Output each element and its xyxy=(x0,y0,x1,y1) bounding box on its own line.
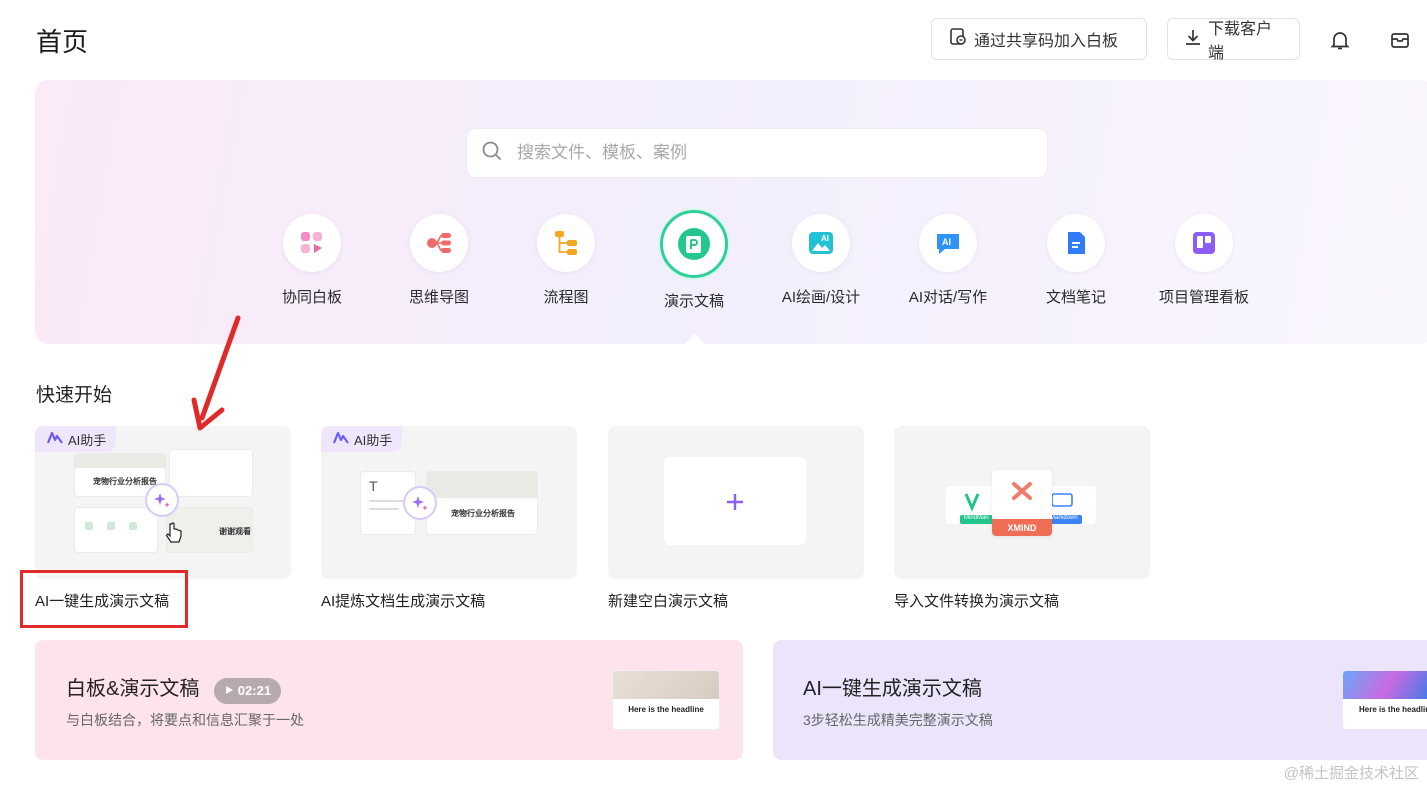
category-label: 协同白板 xyxy=(281,289,342,306)
ai-logo-icon xyxy=(332,431,349,447)
ai-painting-icon: AI xyxy=(792,214,850,272)
join-whiteboard-label: 通过共享码加入白板 xyxy=(974,33,1119,50)
category-ai-chat[interactable]: AI AI对话/写作 xyxy=(888,214,1008,307)
category-presentation[interactable]: 演示文稿 xyxy=(634,210,754,311)
thumb-slide: 宠物行业分析报告 xyxy=(427,472,537,534)
ai-assistant-badge: AI助手 xyxy=(35,426,117,452)
ai-sparkle-icon xyxy=(147,485,177,515)
new-blank-card-label[interactable]: 新建空白演示文稿 xyxy=(608,590,728,611)
whiteboard-presentation-banner[interactable]: 白板&演示文稿 02:21 与白板结合，将要点和信息汇聚于一处 Here is … xyxy=(35,640,743,760)
play-icon xyxy=(224,683,234,698)
import-file-card[interactable]: MindMan Markdown XMIND xyxy=(894,426,1150,579)
inbox-icon[interactable] xyxy=(1385,25,1415,55)
bell-icon[interactable] xyxy=(1325,25,1355,55)
format-tag: XMIND xyxy=(992,519,1052,536)
thumb-headline: Here is the headline xyxy=(628,705,704,714)
thumb-text: 谢谢观看 xyxy=(219,527,251,536)
ai-extract-card[interactable]: AI助手 T 宠物行业分析报告 xyxy=(321,426,577,579)
ai-extract-card-label[interactable]: AI提炼文档生成演示文稿 xyxy=(321,590,485,611)
quick-start-title: 快速开始 xyxy=(36,385,113,406)
svg-text:AI: AI xyxy=(942,237,951,247)
import-file-card-label[interactable]: 导入文件转换为演示文稿 xyxy=(894,590,1059,611)
category-whiteboard[interactable]: 协同白板 xyxy=(252,214,372,307)
page-title: 首页 xyxy=(36,27,89,57)
new-blank-card[interactable] xyxy=(608,426,864,579)
flowchart-icon xyxy=(537,214,595,272)
search-icon xyxy=(481,140,503,167)
category-label: 思维导图 xyxy=(408,289,469,306)
plus-icon xyxy=(724,491,746,518)
thumb-title: 宠物行业分析报告 xyxy=(451,509,515,518)
thumb-slide xyxy=(170,450,252,496)
ai-chat-icon: AI xyxy=(919,214,977,272)
kanban-icon xyxy=(1175,214,1233,272)
duration-label: 02:21 xyxy=(237,683,272,699)
ai-sparkle-icon xyxy=(405,488,435,518)
category-kanban[interactable]: 项目管理看板 xyxy=(1144,214,1264,307)
highlight-box xyxy=(20,570,188,628)
thumb-slide xyxy=(75,508,157,552)
search-bar[interactable] xyxy=(466,128,1048,178)
ai-generate-banner[interactable]: AI一键生成演示文稿 3步轻松生成精美完整演示文稿 Here is the he… xyxy=(773,640,1427,760)
banner-subtitle: 3步轻松生成精美完整演示文稿 xyxy=(803,712,993,728)
document-icon xyxy=(1047,214,1105,272)
category-label: 演示文稿 xyxy=(663,293,724,310)
category-mindmap[interactable]: 思维导图 xyxy=(379,214,499,307)
category-label: AI对话/写作 xyxy=(908,289,988,306)
ai-assistant-badge: AI助手 xyxy=(321,426,403,452)
watermark: @稀土掘金技术社区 xyxy=(1283,765,1419,782)
video-duration-badge[interactable]: 02:21 xyxy=(213,677,282,704)
category-document[interactable]: 文档笔记 xyxy=(1016,214,1136,307)
banner-subtitle: 与白板结合，将要点和信息汇聚于一处 xyxy=(66,712,304,728)
category-label: 流程图 xyxy=(543,289,589,306)
download-client-label: 下载客户端 xyxy=(1208,21,1273,62)
ai-logo-icon xyxy=(46,431,63,447)
ai-badge-label: AI助手 xyxy=(354,432,393,448)
join-whiteboard-button[interactable]: 通过共享码加入白板 xyxy=(931,18,1147,60)
banner-title: 白板&演示文稿 xyxy=(66,678,200,700)
whiteboard-icon xyxy=(283,214,341,272)
search-input[interactable] xyxy=(515,142,1019,164)
category-label: AI绘画/设计 xyxy=(781,289,861,306)
category-flowchart[interactable]: 流程图 xyxy=(506,214,626,307)
download-client-button[interactable]: 下载客户端 xyxy=(1167,18,1300,62)
download-icon xyxy=(1184,28,1202,51)
banner-title: AI一键生成演示文稿 xyxy=(803,678,982,700)
ai-generate-card[interactable]: AI助手 宠物行业分析报告 谢谢观看 xyxy=(35,426,291,579)
category-label: 文档笔记 xyxy=(1045,289,1106,306)
share-link-icon xyxy=(948,27,968,52)
banner-thumbnail: Here is the headline xyxy=(613,671,719,729)
ai-badge-label: AI助手 xyxy=(68,432,107,448)
thumb-headline: Here is the headlin xyxy=(1359,705,1427,714)
category-label: 项目管理看板 xyxy=(1158,289,1249,306)
banner-thumbnail: Here is the headlin xyxy=(1343,671,1427,729)
category-ai-painting[interactable]: AI AI绘画/设计 xyxy=(761,214,881,307)
annotation-arrow-icon xyxy=(190,314,250,439)
mindmap-icon xyxy=(410,214,468,272)
active-category-pointer xyxy=(683,334,707,346)
presentation-icon xyxy=(660,210,728,278)
cursor-hand-icon xyxy=(165,522,183,551)
format-tag: MindMan xyxy=(960,515,993,524)
svg-text:AI: AI xyxy=(821,234,829,243)
